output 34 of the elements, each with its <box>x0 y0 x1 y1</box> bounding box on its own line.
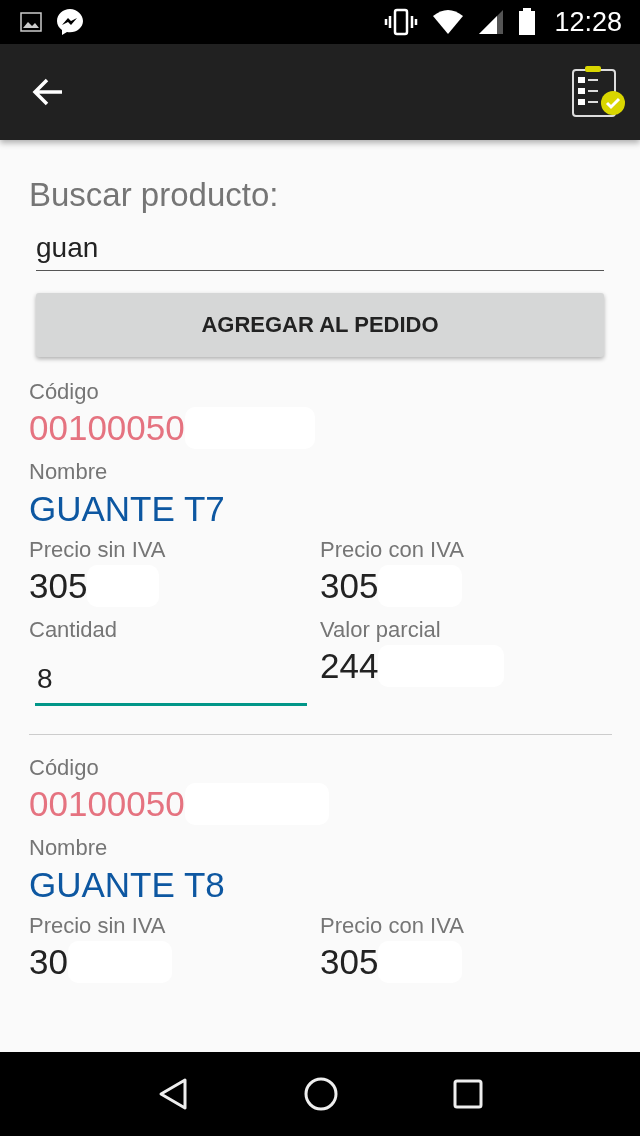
product-name: GUANTE T8 <box>29 865 226 905</box>
back-icon[interactable] <box>157 1077 190 1111</box>
search-label: Buscar producto: <box>29 176 280 214</box>
field-label: Precio sin IVA <box>29 913 167 939</box>
price-value: 305 <box>320 566 379 606</box>
price-value: 30 <box>29 942 68 982</box>
wifi-icon <box>432 9 465 35</box>
image-icon <box>20 11 42 33</box>
field-label: Precio con IVA <box>320 913 465 939</box>
field-label: Nombre <box>29 459 109 485</box>
field-label: Precio con IVA <box>320 537 465 563</box>
field-label: Nombre <box>29 835 109 861</box>
add-to-order-button[interactable]: AGREGAR AL PEDIDO <box>36 293 604 357</box>
quantity-field[interactable]: 8 <box>35 653 307 706</box>
home-icon[interactable] <box>304 1077 338 1111</box>
battery-icon <box>518 8 537 36</box>
subtotal-value: 244 <box>320 646 379 686</box>
price-value: 305 <box>29 566 88 606</box>
field-label: Código <box>29 379 100 405</box>
product-code: 00100050 <box>29 784 185 824</box>
price-value: 305 <box>320 942 379 982</box>
product-code: 00100050 <box>29 408 185 448</box>
status-time: 12:28 <box>554 6 622 38</box>
field-label: Valor parcial <box>320 617 442 643</box>
signal-icon <box>478 9 505 35</box>
field-label: Código <box>29 755 100 781</box>
search-field[interactable]: guan <box>36 226 604 271</box>
field-label: Cantidad <box>29 617 119 643</box>
recents-icon[interactable] <box>452 1079 483 1109</box>
product-name: GUANTE T7 <box>29 489 226 529</box>
back-arrow-icon[interactable] <box>32 78 64 106</box>
field-label: Precio sin IVA <box>29 537 167 563</box>
messenger-icon <box>56 8 84 36</box>
vibrate-icon <box>384 8 419 36</box>
